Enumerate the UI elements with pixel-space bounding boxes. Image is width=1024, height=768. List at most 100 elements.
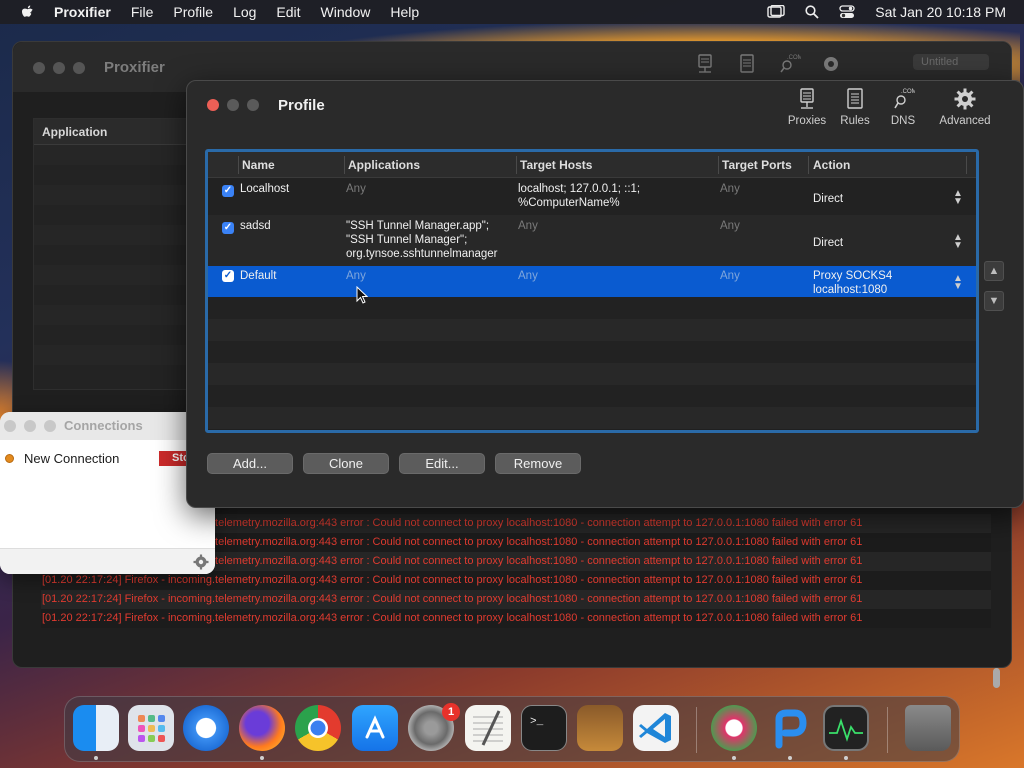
- action-stepper-icon[interactable]: ▲ ▼: [953, 274, 963, 292]
- svg-text:.COM: .COM: [901, 89, 915, 95]
- screen-mirroring-icon[interactable]: [767, 5, 785, 19]
- close-button[interactable]: [4, 420, 16, 432]
- menu-bar: Proxifier File Profile Log Edit Window H…: [0, 0, 1024, 24]
- connection-status-dot: [5, 454, 14, 463]
- rule-enabled-checkbox[interactable]: ✓: [222, 270, 234, 282]
- connections-title: Connections: [64, 418, 143, 433]
- garageband-icon[interactable]: [577, 705, 623, 751]
- rules-toolbar-icon[interactable]: [735, 52, 759, 76]
- rule-applications-line: "SSH Tunnel Manager.app";: [346, 220, 490, 232]
- menu-clock[interactable]: Sat Jan 20 10:18 PM: [875, 4, 1006, 20]
- menu-file[interactable]: File: [131, 4, 154, 20]
- proxies-button[interactable]: Proxies: [783, 87, 831, 127]
- proxies-label: Proxies: [787, 115, 827, 127]
- rule-action[interactable]: Direct: [813, 192, 843, 206]
- rule-action-line[interactable]: Proxy SOCKS4: [813, 269, 892, 283]
- action-stepper-icon[interactable]: ▲ ▼: [953, 189, 963, 207]
- column-target-hosts[interactable]: Target Hosts: [520, 158, 592, 172]
- rule-hosts-line: %ComputerName%: [518, 197, 620, 209]
- column-target-ports[interactable]: Target Ports: [722, 158, 792, 172]
- gear-icon[interactable]: [193, 554, 209, 570]
- dns-button[interactable]: .COM DNS: [879, 87, 927, 127]
- close-button[interactable]: [207, 99, 219, 111]
- apple-icon[interactable]: [20, 4, 36, 20]
- spotlight-search-icon[interactable]: [805, 5, 819, 19]
- rule-hosts: Any: [518, 220, 538, 232]
- vscode-icon[interactable]: [633, 705, 679, 751]
- dns-toolbar-icon[interactable]: .COM: [777, 52, 803, 76]
- advanced-toolbar-icon[interactable]: [819, 52, 843, 76]
- svg-text:>_: >_: [530, 716, 544, 728]
- terminal-icon[interactable]: >_: [521, 705, 567, 751]
- mouse-cursor-icon: [356, 286, 368, 304]
- rule-row-sadsd[interactable]: ✓ sadsd "SSH Tunnel Manager.app"; "SSH T…: [208, 215, 976, 266]
- rule-applications-line: "SSH Tunnel Manager";: [346, 234, 468, 246]
- rule-ports: Any: [720, 220, 740, 232]
- connection-row[interactable]: New Connection Sto: [0, 448, 215, 470]
- finder-icon[interactable]: [73, 705, 119, 751]
- proxyman-icon[interactable]: [767, 705, 813, 751]
- rules-button[interactable]: Rules: [831, 87, 879, 127]
- chrome-icon[interactable]: [295, 705, 341, 751]
- rule-name: Default: [240, 270, 277, 282]
- column-applications[interactable]: Applications: [348, 158, 420, 172]
- rule-action-line[interactable]: localhost:1080: [813, 283, 887, 297]
- connections-window: Connections New Connection Sto: [0, 412, 215, 574]
- connection-name: New Connection: [24, 451, 120, 466]
- rule-row-localhost[interactable]: ✓ Localhost Any localhost; 127.0.0.1; ::…: [208, 178, 976, 215]
- safari-icon[interactable]: [183, 705, 229, 751]
- rule-row-default[interactable]: ✓ Default Any Any Any Proxy SOCKS4 local…: [208, 266, 976, 297]
- activity-monitor-icon[interactable]: [823, 705, 869, 751]
- rule-enabled-checkbox[interactable]: ✓: [222, 185, 234, 197]
- add-button[interactable]: Add...: [207, 453, 293, 474]
- proxifier-icon[interactable]: [711, 705, 757, 751]
- log-scrollbar[interactable]: [993, 668, 1000, 688]
- minimize-button[interactable]: [227, 99, 239, 111]
- svg-text:.COM: .COM: [787, 55, 801, 61]
- edit-button[interactable]: Edit...: [399, 453, 485, 474]
- rule-enabled-checkbox[interactable]: ✓: [222, 222, 234, 234]
- menu-app-name[interactable]: Proxifier: [54, 4, 111, 20]
- menu-log[interactable]: Log: [233, 4, 256, 20]
- trash-icon[interactable]: [905, 705, 951, 751]
- proxies-icon: [800, 88, 814, 109]
- profile-traffic-lights: [207, 99, 259, 111]
- connections-titlebar: Connections: [0, 412, 215, 440]
- textedit-icon[interactable]: [465, 705, 511, 751]
- menu-window[interactable]: Window: [321, 4, 371, 20]
- move-up-button[interactable]: ▲: [984, 261, 1004, 281]
- move-down-button[interactable]: ▼: [984, 291, 1004, 311]
- proxies-toolbar-icon[interactable]: [693, 52, 717, 76]
- rule-name: sadsd: [240, 220, 271, 232]
- application-column-header[interactable]: Application: [34, 119, 192, 145]
- column-action[interactable]: Action: [813, 158, 850, 172]
- remove-button[interactable]: Remove: [495, 453, 581, 474]
- zoom-button[interactable]: [73, 62, 85, 74]
- minimize-button[interactable]: [24, 420, 36, 432]
- minimize-button[interactable]: [53, 62, 65, 74]
- log-line: [01.20 22:17:24] Firefox - incoming.tele…: [41, 590, 991, 609]
- action-stepper-icon[interactable]: ▲ ▼: [953, 233, 963, 251]
- zoom-button[interactable]: [44, 420, 56, 432]
- zoom-button[interactable]: [247, 99, 259, 111]
- main-window-title: Proxifier: [104, 59, 165, 76]
- app-store-icon[interactable]: [352, 705, 398, 751]
- profile-select[interactable]: Untitled: [913, 54, 989, 70]
- column-name[interactable]: Name: [242, 158, 275, 172]
- clone-button[interactable]: Clone: [303, 453, 389, 474]
- rule-hosts-line: localhost; 127.0.0.1; ::1;: [518, 183, 641, 195]
- rules-table: Name Applications Target Hosts Target Po…: [205, 149, 979, 433]
- firefox-icon[interactable]: [239, 705, 285, 751]
- control-center-icon[interactable]: [839, 5, 855, 19]
- main-window-traffic-lights: [33, 62, 85, 74]
- advanced-label: Advanced: [939, 115, 991, 127]
- launchpad-icon[interactable]: [128, 705, 174, 751]
- menu-edit[interactable]: Edit: [276, 4, 300, 20]
- menu-help[interactable]: Help: [390, 4, 419, 20]
- rule-action[interactable]: Direct: [813, 236, 843, 250]
- rule-applications: Any: [346, 270, 366, 282]
- close-button[interactable]: [33, 62, 45, 74]
- menu-profile[interactable]: Profile: [173, 4, 213, 20]
- rules-table-header: Name Applications Target Hosts Target Po…: [208, 152, 976, 178]
- advanced-button[interactable]: Advanced: [935, 87, 995, 127]
